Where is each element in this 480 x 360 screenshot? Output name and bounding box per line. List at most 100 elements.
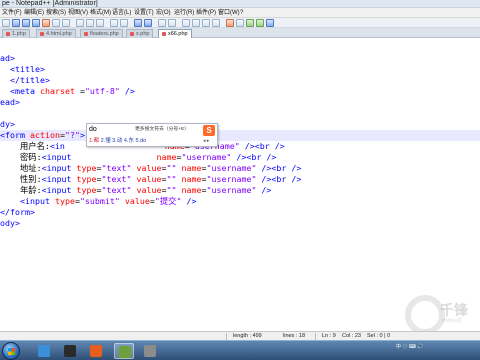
print-icon[interactable] <box>62 19 70 27</box>
word-wrap-icon[interactable] <box>192 19 200 27</box>
sogou-logo-icon[interactable]: S <box>203 125 215 136</box>
windows-logo-icon <box>8 348 15 355</box>
play-macro-icon[interactable] <box>246 19 254 27</box>
internet-explorer-icon <box>38 345 50 357</box>
menu-edit[interactable]: 编辑(E) <box>24 9 44 17</box>
tab-1-php[interactable]: 1.php <box>2 29 30 38</box>
save-macro-icon[interactable] <box>266 19 274 27</box>
menu-format[interactable]: 格式(M) <box>90 9 111 17</box>
code-editor[interactable]: ad> <title> </title> <meta charset ="utf… <box>0 38 480 331</box>
code-line[interactable]: 密码:<input name="username" /><br /> <box>0 152 480 163</box>
tab-x66-php[interactable]: x66.php <box>158 29 192 38</box>
code-line[interactable] <box>0 42 480 53</box>
code-line[interactable]: ody> <box>0 218 480 229</box>
close-icon[interactable] <box>42 19 50 27</box>
ime-candidate[interactable]: 3.动 <box>112 138 122 144</box>
code-token: value <box>131 185 162 195</box>
code-token: "?" <box>64 130 80 140</box>
ime-candidate[interactable]: 2.懂 <box>101 138 111 144</box>
menu-plugins[interactable]: 插件(P) <box>196 9 216 17</box>
menu-run[interactable]: 运行(R) <box>174 9 194 17</box>
code-token: type <box>76 174 97 184</box>
ime-pager[interactable]: ◂ ▸ <box>203 137 209 146</box>
code-line[interactable]: 性别:<input type="text" value="" name="use… <box>0 174 480 185</box>
menu-settings[interactable]: 设置(T) <box>134 9 154 17</box>
code-line[interactable]: <input type="submit" value="提交" /> <box>0 196 480 207</box>
ime-candidate[interactable]: 5.do <box>136 138 147 144</box>
menu-view[interactable]: 视图(V) <box>68 9 88 17</box>
ime-candidate[interactable]: 1.都 <box>89 138 99 144</box>
undo-icon[interactable] <box>110 19 118 27</box>
status-ln: Ln : 9 <box>322 333 336 339</box>
code-line[interactable]: <form action="?"> <box>0 130 480 141</box>
code-line[interactable]: <title> <box>0 64 480 75</box>
replace-icon[interactable] <box>144 19 152 27</box>
tab-close-icon[interactable] <box>130 31 134 36</box>
watermark-subtext: www.qf <box>442 318 462 324</box>
code-token: name <box>176 163 202 173</box>
menu-macro[interactable]: 宏(O) <box>156 9 171 17</box>
code-line[interactable]: 地址:<input type="text" value="" name="use… <box>0 163 480 174</box>
code-line[interactable]: 用户名:<in " name="username" /><br /> <box>0 141 480 152</box>
code-token: 年龄: <box>0 185 42 195</box>
menu-help[interactable]: ? <box>240 9 243 17</box>
show-all-chars-icon[interactable] <box>202 19 210 27</box>
menu-language[interactable]: 语言(L) <box>112 9 131 17</box>
save-icon[interactable] <box>22 19 30 27</box>
paste-icon[interactable] <box>96 19 104 27</box>
code-line[interactable]: dy> <box>0 119 480 130</box>
code-token: <input <box>0 196 55 206</box>
find-icon[interactable] <box>134 19 142 27</box>
zoom-in-icon[interactable] <box>158 19 166 27</box>
status-lines: lines : 18 <box>283 333 306 339</box>
taskbar-ie[interactable] <box>34 343 54 359</box>
start-button[interactable] <box>2 342 20 360</box>
tab-close-icon[interactable] <box>162 31 166 36</box>
record-macro-icon[interactable] <box>226 19 234 27</box>
tab-4-html-php[interactable]: 4.html.php <box>36 29 76 38</box>
system-tray[interactable]: 中 ◇ ⌨ 🔊 <box>396 343 424 350</box>
status-bar: length : 499 lines : 18 Ln : 9 Col : 23 … <box>0 331 480 340</box>
taskbar-notepadpp[interactable] <box>114 343 134 359</box>
ime-candidate[interactable]: 4.东 <box>124 138 134 144</box>
code-token: type <box>76 185 97 195</box>
taskbar-folder[interactable] <box>140 343 160 359</box>
copy-icon[interactable] <box>86 19 94 27</box>
code-line[interactable]: 年龄:<input type="text" value="" name="use… <box>0 185 480 196</box>
tab-floaters-php[interactable]: floaters.php <box>80 29 123 38</box>
code-line[interactable]: </form> <box>0 207 480 218</box>
redo-icon[interactable] <box>120 19 128 27</box>
run-macro-multiple-icon[interactable] <box>256 19 264 27</box>
open-file-icon[interactable] <box>12 19 20 27</box>
code-line[interactable]: <meta charset ="utf-8" /> <box>0 86 480 97</box>
indent-guide-icon[interactable] <box>212 19 220 27</box>
tab-x-php[interactable]: x.php <box>126 29 154 38</box>
code-token: "text" <box>101 185 132 195</box>
code-line[interactable] <box>0 108 480 119</box>
menu-search[interactable]: 搜索(S) <box>46 9 66 17</box>
save-all-icon[interactable] <box>32 19 40 27</box>
code-token: <input <box>41 174 77 184</box>
code-token: type <box>54 196 75 206</box>
code-token: /> <box>119 86 135 96</box>
stop-macro-icon[interactable] <box>236 19 244 27</box>
zoom-out-icon[interactable] <box>168 19 176 27</box>
tab-close-icon[interactable] <box>84 31 88 36</box>
menu-window[interactable]: 窗口(W) <box>218 9 240 17</box>
tab-close-icon[interactable] <box>6 31 10 36</box>
code-token: 密码: <box>0 152 42 162</box>
code-line[interactable]: ead> <box>0 97 480 108</box>
close-all-icon[interactable] <box>52 19 60 27</box>
code-line[interactable]: </title> <box>0 75 480 86</box>
code-token: action <box>29 130 60 140</box>
tab-close-icon[interactable] <box>40 31 44 36</box>
status-sel: Sel : 0 | 0 <box>367 333 391 339</box>
code-line[interactable]: ad> <box>0 53 480 64</box>
taskbar-firefox[interactable] <box>86 343 106 359</box>
menu-file[interactable]: 文件(F) <box>2 9 22 17</box>
sync-scroll-icon[interactable] <box>182 19 190 27</box>
new-file-icon[interactable] <box>2 19 10 27</box>
cut-icon[interactable] <box>76 19 84 27</box>
taskbar-terminal[interactable] <box>60 343 80 359</box>
